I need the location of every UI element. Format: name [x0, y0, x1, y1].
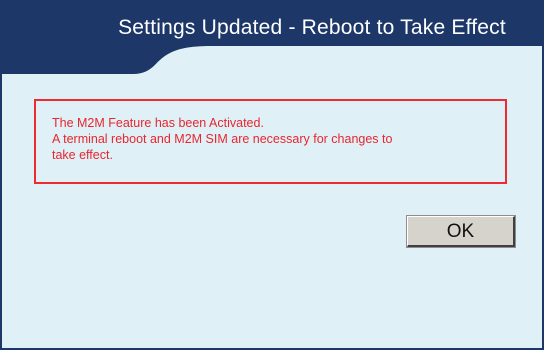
- settings-updated-dialog: Settings Updated - Reboot to Take Effect…: [0, 0, 544, 350]
- message-box: The M2M Feature has been Activated. A te…: [34, 99, 507, 184]
- message-line-activated: The M2M Feature has been Activated.: [52, 116, 264, 130]
- ok-button[interactable]: OK: [406, 215, 516, 248]
- message-line-take-effect: take effect.: [52, 148, 113, 162]
- dialog-title: Settings Updated - Reboot to Take Effect: [118, 16, 506, 39]
- dialog-title-bar: Settings Updated - Reboot to Take Effect: [2, 2, 542, 82]
- message-line-reboot: A terminal reboot and M2M SIM are necess…: [52, 132, 393, 146]
